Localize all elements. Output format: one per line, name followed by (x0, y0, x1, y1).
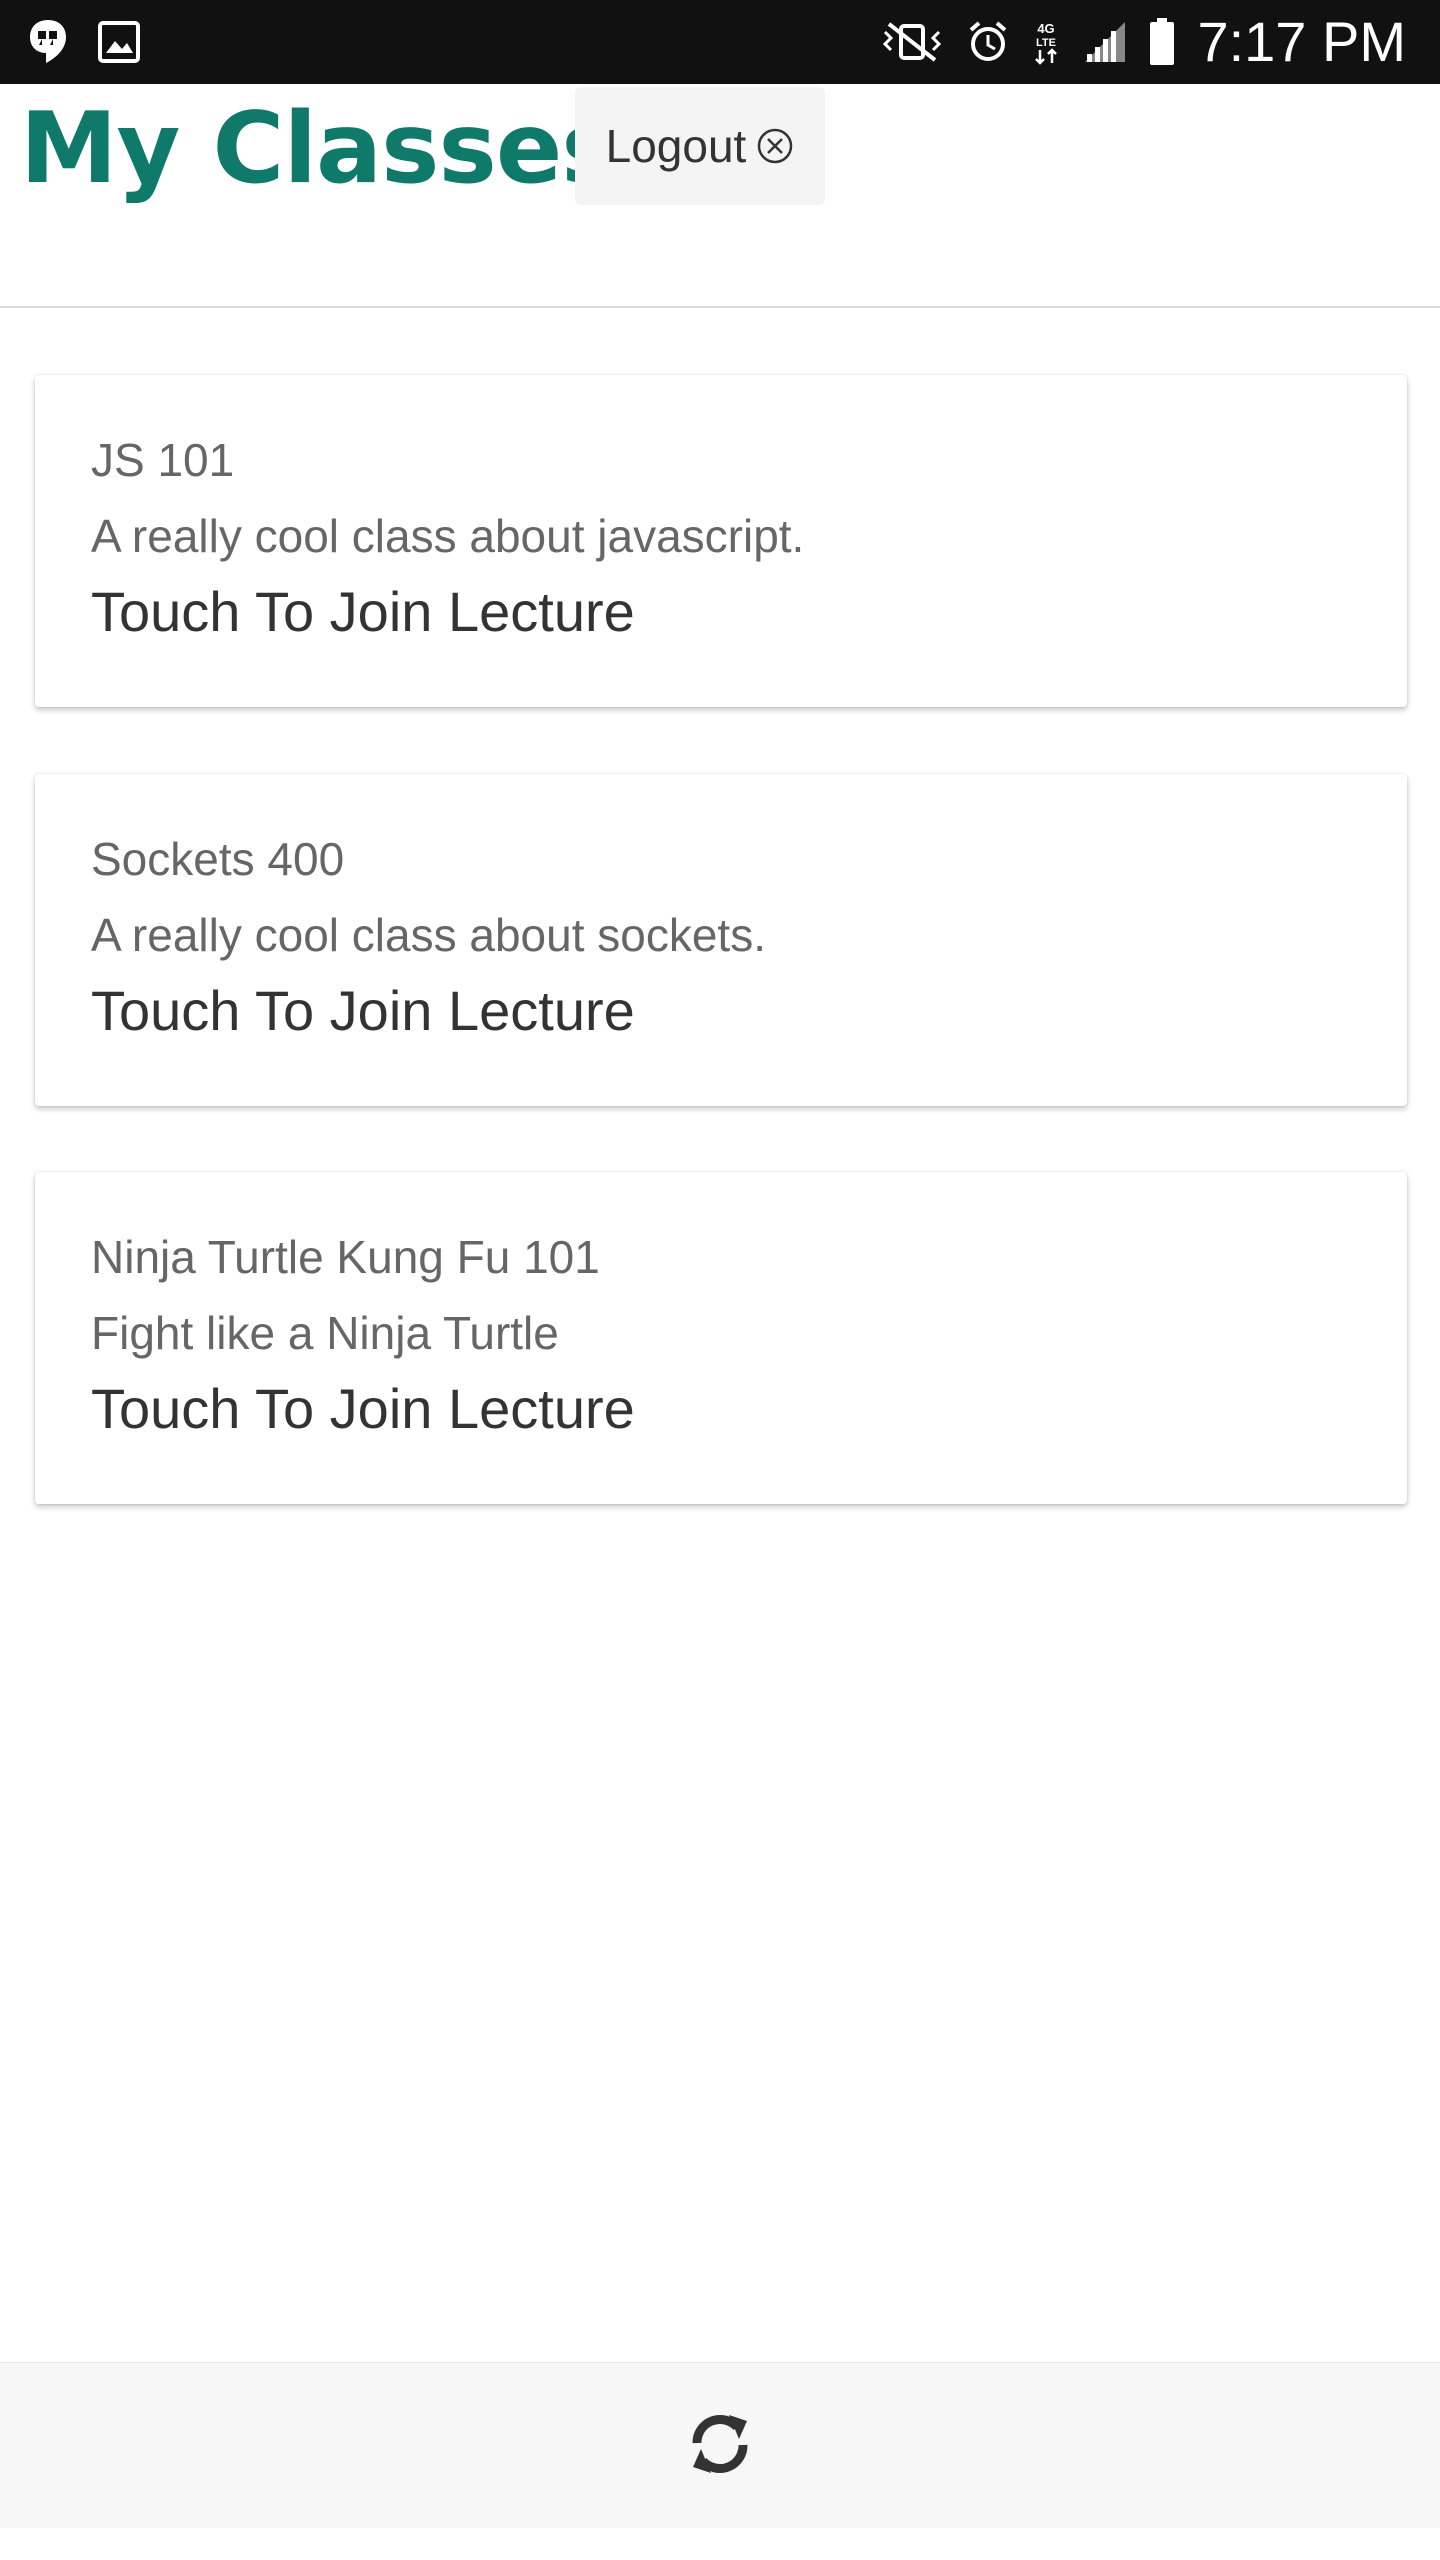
class-card[interactable]: JS 101 A really cool class about javascr… (35, 375, 1407, 707)
logout-label: Logout (605, 120, 747, 172)
lte-icon: 4G LTE (1031, 19, 1061, 65)
class-card[interactable]: Ninja Turtle Kung Fu 101 Fight like a Ni… (35, 1172, 1407, 1504)
hangouts-icon (28, 18, 68, 66)
alarm-icon (967, 20, 1009, 64)
page-title: My Classes (20, 92, 620, 206)
join-lecture-button[interactable]: Touch To Join Lecture (91, 579, 635, 644)
class-description: Fight like a Ninja Turtle (91, 1307, 559, 1359)
class-description: A really cool class about javascript. (91, 510, 805, 562)
logout-button[interactable]: Logout (575, 87, 825, 205)
join-lecture-button[interactable]: Touch To Join Lecture (91, 1376, 635, 1441)
image-icon (98, 21, 140, 63)
class-title: Ninja Turtle Kung Fu 101 (91, 1231, 600, 1283)
mute-vibrate-icon (879, 20, 945, 64)
status-bar-right: 4G LTE 7:17 PM (879, 10, 1406, 74)
join-lecture-button[interactable]: Touch To Join Lecture (91, 978, 635, 1043)
close-circle-icon (756, 127, 794, 165)
class-title: Sockets 400 (91, 833, 345, 885)
svg-text:LTE: LTE (1036, 37, 1056, 49)
class-title: JS 101 (91, 434, 235, 486)
svg-text:4G: 4G (1038, 21, 1055, 36)
refresh-button[interactable] (680, 2403, 760, 2489)
battery-icon (1149, 18, 1175, 66)
class-description: A really cool class about sockets. (91, 909, 766, 961)
signal-icon (1083, 20, 1127, 64)
refresh-icon (687, 2407, 753, 2486)
footer-bar (0, 2362, 1440, 2528)
class-card[interactable]: Sockets 400 A really cool class about so… (35, 774, 1407, 1106)
status-bar-left (28, 18, 140, 66)
status-bar: 4G LTE 7:17 PM (0, 0, 1440, 84)
status-time: 7:17 PM (1197, 10, 1406, 73)
